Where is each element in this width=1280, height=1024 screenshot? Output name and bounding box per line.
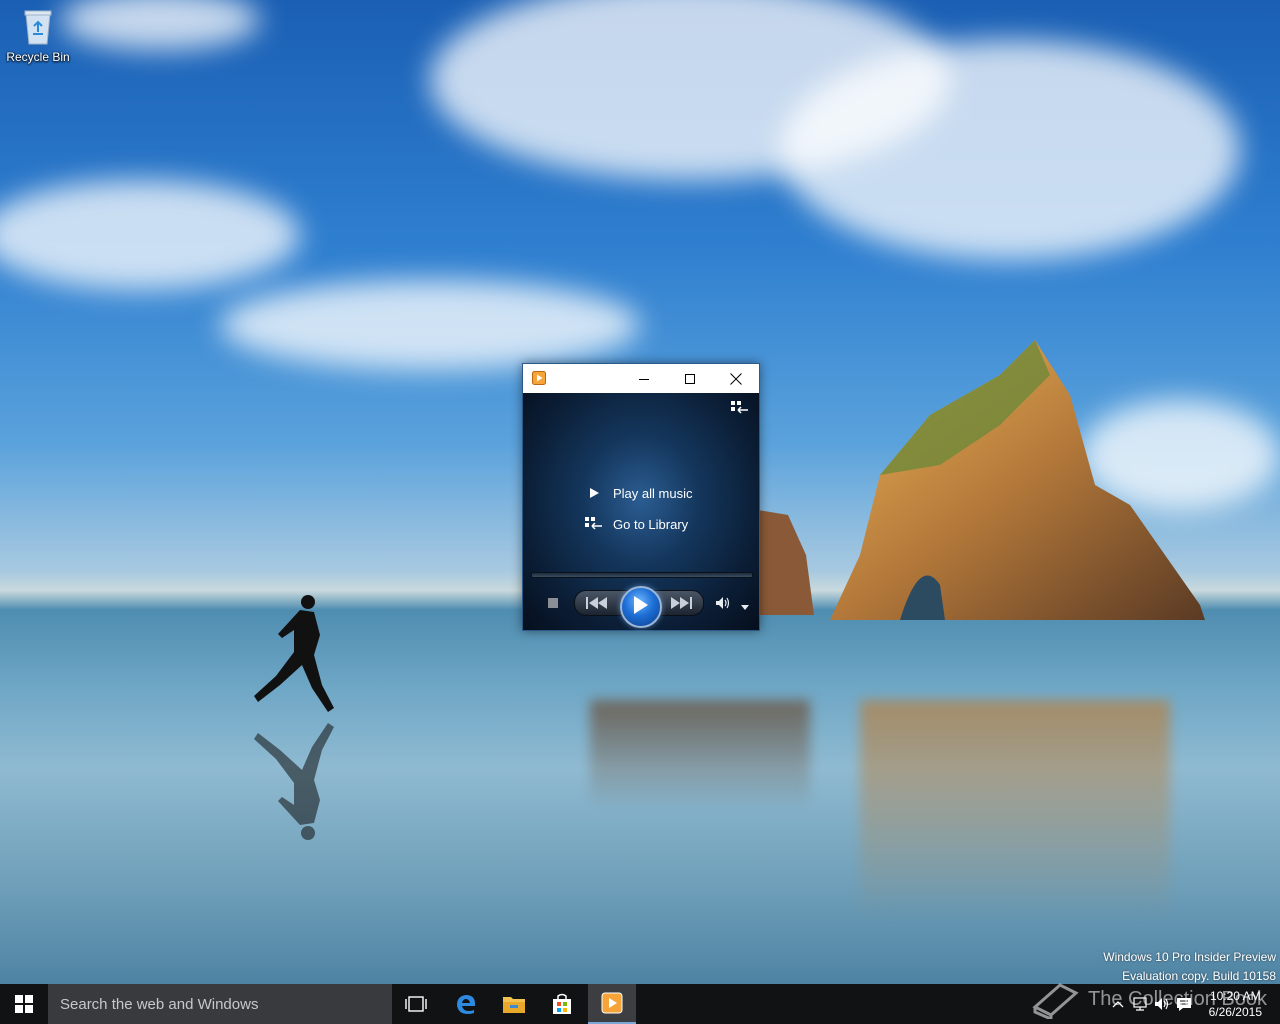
book-icon bbox=[1032, 983, 1079, 1019]
runner-silhouette bbox=[254, 595, 334, 840]
switch-to-library-icon bbox=[585, 516, 603, 532]
media-player-icon bbox=[601, 992, 623, 1014]
go-to-library-label: Go to Library bbox=[613, 516, 689, 532]
file-explorer-icon bbox=[503, 997, 525, 1013]
window-titlebar[interactable] bbox=[523, 364, 759, 393]
start-button[interactable] bbox=[0, 984, 48, 1024]
previous-button[interactable] bbox=[585, 596, 609, 610]
mute-button[interactable] bbox=[715, 596, 731, 610]
volume-icon bbox=[716, 597, 730, 609]
play-icon bbox=[585, 485, 603, 501]
rock-reflection-left bbox=[590, 700, 810, 810]
desktop-icon-recycle-bin[interactable]: Recycle Bin bbox=[4, 8, 72, 64]
recycle-bin-icon bbox=[23, 8, 53, 46]
task-view-icon bbox=[405, 996, 427, 1012]
switch-to-library-icon bbox=[731, 401, 748, 414]
media-player-icon[interactable] bbox=[532, 371, 546, 385]
task-view-button[interactable] bbox=[392, 984, 440, 1024]
playback-controls bbox=[523, 586, 759, 628]
maximize-button[interactable] bbox=[667, 364, 713, 393]
watermark-line-1: Windows 10 Pro Insider Preview bbox=[1103, 950, 1276, 964]
go-to-library-link[interactable]: Go to Library bbox=[585, 513, 688, 535]
close-button[interactable] bbox=[713, 364, 759, 393]
next-icon bbox=[671, 597, 692, 609]
credit-text: The Collection Book bbox=[1088, 987, 1267, 1010]
credit-overlay: The Collection Book bbox=[1030, 974, 1267, 1024]
taskbar-store[interactable] bbox=[538, 984, 586, 1024]
stop-button[interactable] bbox=[547, 597, 559, 609]
volume-dropdown-button[interactable] bbox=[741, 600, 749, 610]
search-box[interactable]: Search the web and Windows bbox=[48, 984, 392, 1024]
switch-to-library-button[interactable] bbox=[731, 401, 749, 417]
seek-slider[interactable] bbox=[531, 572, 753, 578]
now-playing-area: Play all music Go to Library bbox=[523, 393, 759, 630]
rock-arch-image bbox=[830, 340, 1205, 620]
taskbar-file-explorer[interactable] bbox=[490, 984, 538, 1024]
rock-reflection bbox=[860, 700, 1170, 920]
windows-logo-icon bbox=[15, 995, 33, 1013]
play-icon bbox=[634, 596, 648, 614]
play-all-music-label: Play all music bbox=[613, 485, 693, 501]
media-player-window[interactable]: Play all music Go to Library bbox=[522, 363, 760, 631]
previous-icon bbox=[586, 597, 607, 609]
play-all-music-link[interactable]: Play all music bbox=[585, 482, 692, 504]
close-icon bbox=[730, 372, 742, 385]
next-button[interactable] bbox=[669, 596, 693, 610]
store-icon bbox=[553, 993, 571, 1014]
minimize-button[interactable] bbox=[621, 364, 667, 393]
stop-icon bbox=[548, 598, 558, 608]
taskbar-media-player[interactable] bbox=[588, 984, 636, 1024]
play-button[interactable] bbox=[620, 586, 662, 628]
chevron-down-icon bbox=[741, 605, 749, 610]
taskbar-edge[interactable] bbox=[442, 984, 490, 1024]
minimize-icon bbox=[639, 378, 649, 380]
search-placeholder: Search the web and Windows bbox=[60, 995, 259, 1013]
edge-icon bbox=[457, 995, 475, 1014]
small-rock-image bbox=[758, 510, 814, 615]
desktop-icon-label: Recycle Bin bbox=[6, 50, 70, 64]
maximize-icon bbox=[685, 373, 695, 384]
